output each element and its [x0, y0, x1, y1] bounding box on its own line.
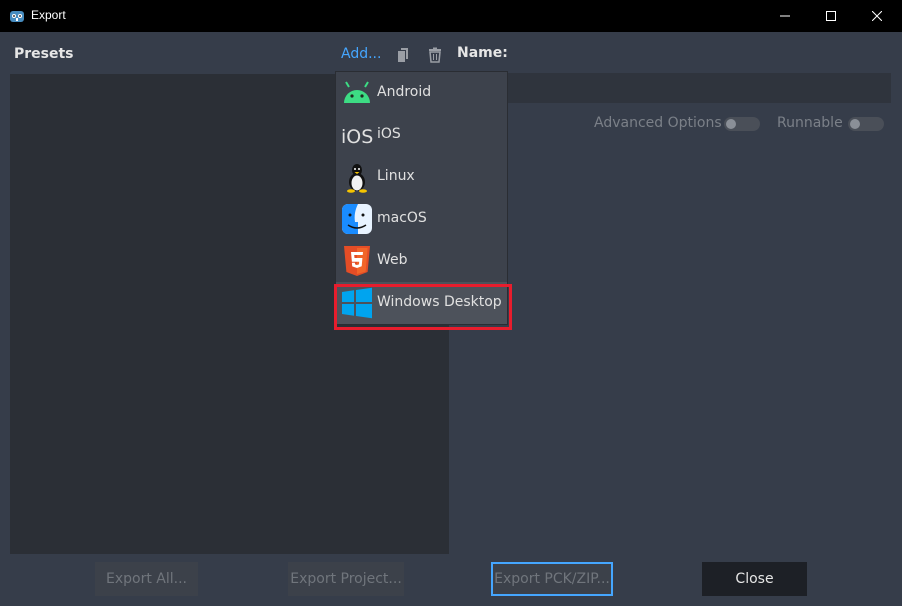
macos-icon — [342, 204, 372, 234]
trash-icon[interactable] — [427, 47, 443, 63]
platform-menu: Android iOS iOS Linux macOS Web Windows … — [335, 71, 508, 325]
minimize-button[interactable] — [762, 0, 808, 32]
menu-item-label: iOS — [377, 126, 401, 142]
toggle-knob — [726, 119, 736, 129]
menu-item-linux[interactable]: Linux — [336, 156, 507, 198]
maximize-icon — [826, 11, 836, 21]
menu-item-web[interactable]: Web — [336, 240, 507, 282]
linux-icon — [347, 164, 367, 193]
add-preset-button[interactable]: Add... — [341, 46, 381, 62]
html5-icon — [344, 246, 370, 276]
close-icon — [872, 11, 882, 21]
close-window-button[interactable] — [854, 0, 900, 32]
windows-icon — [342, 287, 372, 319]
window-titlebar: Export — [0, 0, 902, 32]
export-dialog: Presets Add... Name: Advanced Options Ru… — [0, 32, 902, 606]
export-project-button[interactable]: Export Project... — [288, 562, 404, 596]
minimize-icon — [780, 15, 790, 17]
menu-item-label: Android — [377, 84, 432, 100]
menu-item-label: Windows Desktop — [377, 294, 502, 310]
maximize-button[interactable] — [808, 0, 854, 32]
menu-item-label: Linux — [377, 168, 415, 184]
export-all-button[interactable]: Export All... — [95, 562, 198, 596]
preset-name-field[interactable] — [505, 73, 891, 103]
toggle-knob — [850, 119, 860, 129]
svg-text:iOS: iOS — [341, 126, 373, 148]
menu-item-ios[interactable]: iOS iOS — [336, 114, 507, 156]
duplicate-icon[interactable] — [395, 47, 411, 63]
advanced-options-label: Advanced Options — [594, 115, 722, 131]
menu-item-android[interactable]: Android — [336, 72, 507, 114]
ios-icon: iOS — [341, 126, 373, 148]
menu-item-label: macOS — [377, 210, 427, 226]
godot-icon — [10, 11, 24, 22]
advanced-options-toggle[interactable] — [724, 117, 760, 131]
menu-item-label: Web — [377, 252, 408, 268]
runnable-label: Runnable — [777, 115, 843, 131]
android-icon — [344, 81, 370, 103]
runnable-toggle[interactable] — [848, 117, 884, 131]
close-button[interactable]: Close — [702, 562, 807, 596]
name-label: Name: — [457, 45, 508, 61]
presets-label: Presets — [14, 46, 74, 62]
window-title: Export — [31, 8, 66, 22]
export-pck-zip-button[interactable]: Export PCK/ZIP... — [491, 562, 613, 596]
menu-item-macos[interactable]: macOS — [336, 198, 507, 240]
menu-item-windows-desktop[interactable]: Windows Desktop — [336, 282, 507, 324]
